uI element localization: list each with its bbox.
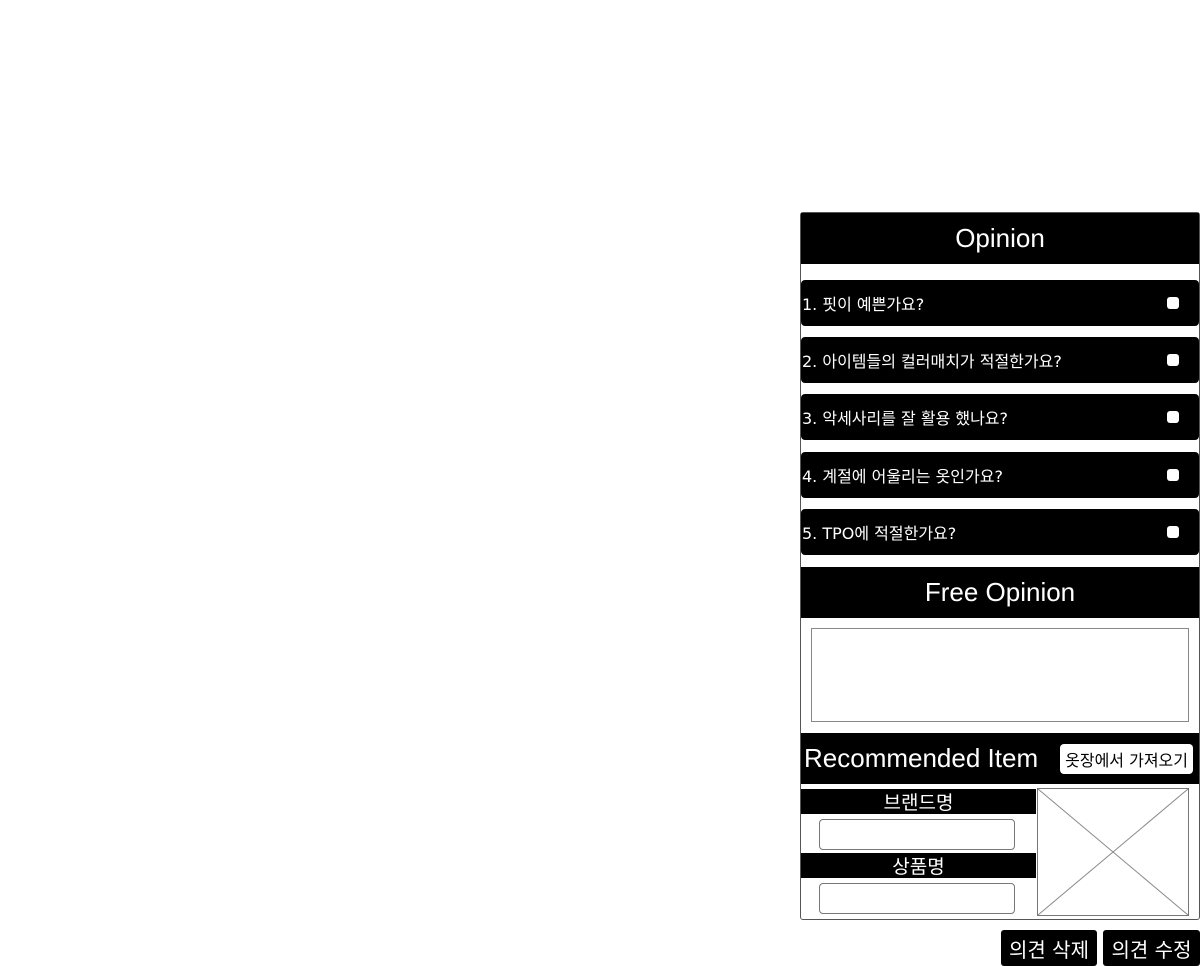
question-text: 5. TPO에 적절한가요? [802,524,957,543]
recommended-header: Recommended Item 옷장에서 가져오기 [801,733,1199,784]
edit-opinion-button[interactable]: 의견 수정 [1103,930,1200,966]
opinion-panel: Opinion 1. 핏이 예쁜가요? 2. 아이템들의 컬러매치가 적절한가요… [800,212,1200,920]
question-checkbox[interactable] [1167,411,1179,423]
question-checkbox[interactable] [1167,469,1179,481]
question-text: 1. 핏이 예쁜가요? [802,295,925,314]
import-from-closet-button[interactable]: 옷장에서 가져오기 [1060,743,1193,774]
question-item[interactable]: 1. 핏이 예쁜가요? [801,280,1199,326]
question-item[interactable]: 2. 아이템들의 컬러매치가 적절한가요? [801,337,1199,383]
product-label: 상품명 [801,853,1036,878]
question-item[interactable]: 3. 악세사리를 잘 활용 했나요? [801,394,1199,440]
question-checkbox[interactable] [1167,354,1179,366]
question-text: 4. 계절에 어울리는 옷인가요? [802,467,1003,486]
image-placeholder-icon [1038,789,1188,915]
free-opinion-title: Free Opinion [801,567,1199,618]
question-text: 3. 악세사리를 잘 활용 했나요? [802,409,1009,428]
question-checkbox[interactable] [1167,526,1179,538]
question-item[interactable]: 5. TPO에 적절한가요? [801,509,1199,555]
item-image-placeholder[interactable] [1037,788,1189,916]
recommended-title: Recommended Item [804,743,1039,773]
question-checkbox[interactable] [1167,297,1179,309]
free-opinion-textarea[interactable] [811,628,1189,722]
delete-opinion-button[interactable]: 의견 삭제 [1001,930,1097,966]
question-item[interactable]: 4. 계절에 어울리는 옷인가요? [801,452,1199,498]
opinion-title: Opinion [801,213,1199,264]
product-input[interactable] [819,883,1015,914]
question-text: 2. 아이템들의 컬러매치가 적절한가요? [802,352,1062,371]
brand-input[interactable] [819,819,1015,850]
brand-label: 브랜드명 [801,789,1036,814]
